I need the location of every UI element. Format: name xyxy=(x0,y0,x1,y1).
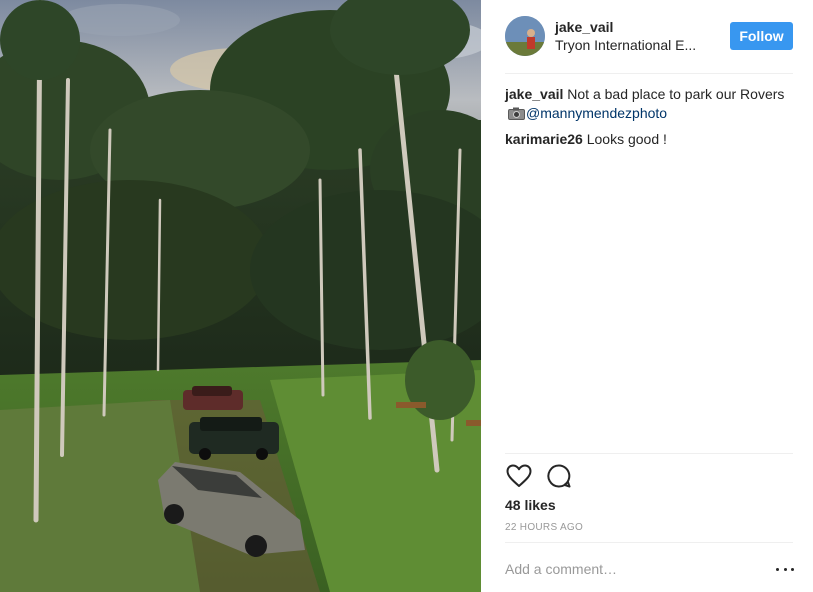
comment-list: jake_vail Not a bad place to park our Ro… xyxy=(505,85,785,154)
post-header: jake_vail Tryon International E... Follo… xyxy=(505,14,793,58)
action-bar xyxy=(505,462,585,490)
dot xyxy=(783,567,787,571)
comment-text: Looks good ! xyxy=(586,131,667,147)
like-button[interactable] xyxy=(505,462,533,490)
instagram-post: jake_vail Tryon International E... Follo… xyxy=(0,0,813,592)
divider xyxy=(505,453,793,454)
dot xyxy=(776,567,779,571)
post-location[interactable]: Tryon International E... xyxy=(555,36,707,54)
user-block: jake_vail Tryon International E... xyxy=(555,19,718,54)
divider xyxy=(505,542,793,543)
camera-icon xyxy=(508,106,525,125)
post-details-panel: jake_vail Tryon International E... Follo… xyxy=(481,0,813,592)
heart-icon xyxy=(506,464,532,487)
divider xyxy=(505,73,793,74)
likes-count[interactable]: 48 likes xyxy=(505,496,556,514)
dot xyxy=(791,567,794,571)
post-username[interactable]: jake_vail xyxy=(555,19,718,36)
avatar[interactable] xyxy=(505,16,545,56)
follow-button[interactable]: Follow xyxy=(730,22,793,50)
post-photo[interactable] xyxy=(0,0,481,592)
comment-caption: jake_vail Not a bad place to park our Ro… xyxy=(505,85,785,125)
comment-text: Not a bad place to park our Rovers xyxy=(567,86,785,102)
comment-author[interactable]: jake_vail xyxy=(505,86,563,102)
car-middle xyxy=(189,417,279,460)
comment-author[interactable]: karimarie26 xyxy=(505,131,583,147)
comment-input[interactable] xyxy=(505,556,755,582)
more-options-icon[interactable] xyxy=(776,562,794,576)
photo-illustration xyxy=(0,0,481,592)
post-timestamp[interactable]: 22 HOURS AGO xyxy=(505,522,583,534)
comment-icon xyxy=(547,464,571,488)
comment-item: karimarie26 Looks good ! xyxy=(505,130,785,149)
comment-button[interactable] xyxy=(545,462,573,490)
mention-link[interactable]: @mannymendezphoto xyxy=(526,105,667,121)
